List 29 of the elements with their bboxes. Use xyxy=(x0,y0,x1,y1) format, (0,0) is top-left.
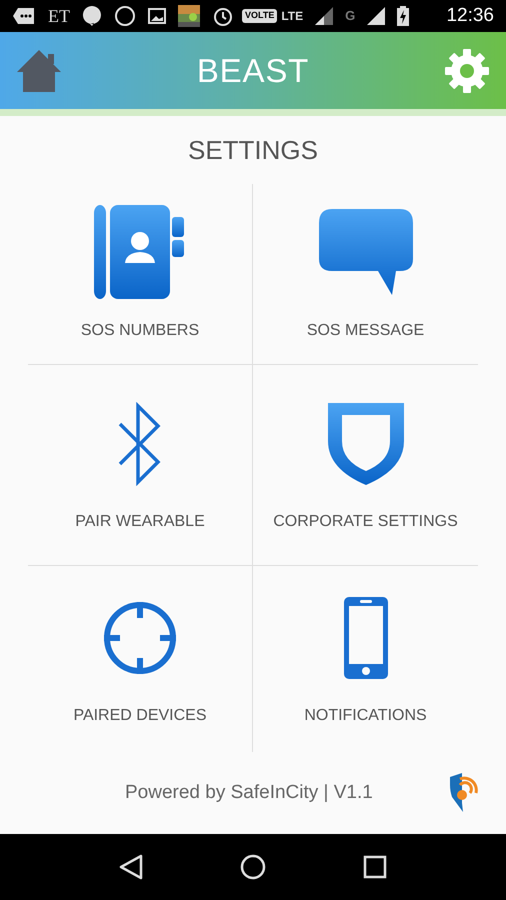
signal-icon xyxy=(367,7,386,26)
home-icon[interactable] xyxy=(16,48,62,94)
network-type-text: G xyxy=(345,7,356,26)
page-title: SETTINGS xyxy=(188,134,318,167)
volte-badge: VOLTE xyxy=(242,9,278,23)
chat-bubble-icon xyxy=(12,7,36,26)
shield-icon xyxy=(326,400,406,487)
alarm-clock-icon xyxy=(212,5,234,28)
home-circle-icon[interactable] xyxy=(240,854,266,880)
smartphone-icon xyxy=(342,594,390,681)
footer-text: Powered by SafeInCity | V1.1 xyxy=(125,780,373,805)
network-type-text: LTE xyxy=(281,8,304,26)
clock-text: 12:36 xyxy=(446,4,494,28)
status-text: ET xyxy=(48,4,70,28)
signal-icon xyxy=(315,7,334,26)
settings-tile[interactable]: CORPORATE SETTINGS xyxy=(253,364,478,565)
app-title: BEAST xyxy=(196,50,310,91)
settings-tile[interactable]: SOS MESSAGE xyxy=(253,184,478,364)
quote-bubble-icon xyxy=(82,5,102,28)
settings-tile[interactable]: SOS NUMBERS xyxy=(28,184,253,364)
settings-tile[interactable]: NOTIFICATIONS xyxy=(253,566,478,752)
back-icon[interactable] xyxy=(118,854,143,880)
battery-charging-icon xyxy=(397,6,410,26)
settings-tile[interactable]: PAIR WEARABLE xyxy=(28,364,253,565)
speech-bubble-icon xyxy=(318,208,414,297)
recents-icon[interactable] xyxy=(363,854,388,879)
settings-tile[interactable]: PAIRED DEVICES xyxy=(28,566,253,752)
crosshair-icon xyxy=(102,600,178,676)
image-icon xyxy=(148,8,166,24)
